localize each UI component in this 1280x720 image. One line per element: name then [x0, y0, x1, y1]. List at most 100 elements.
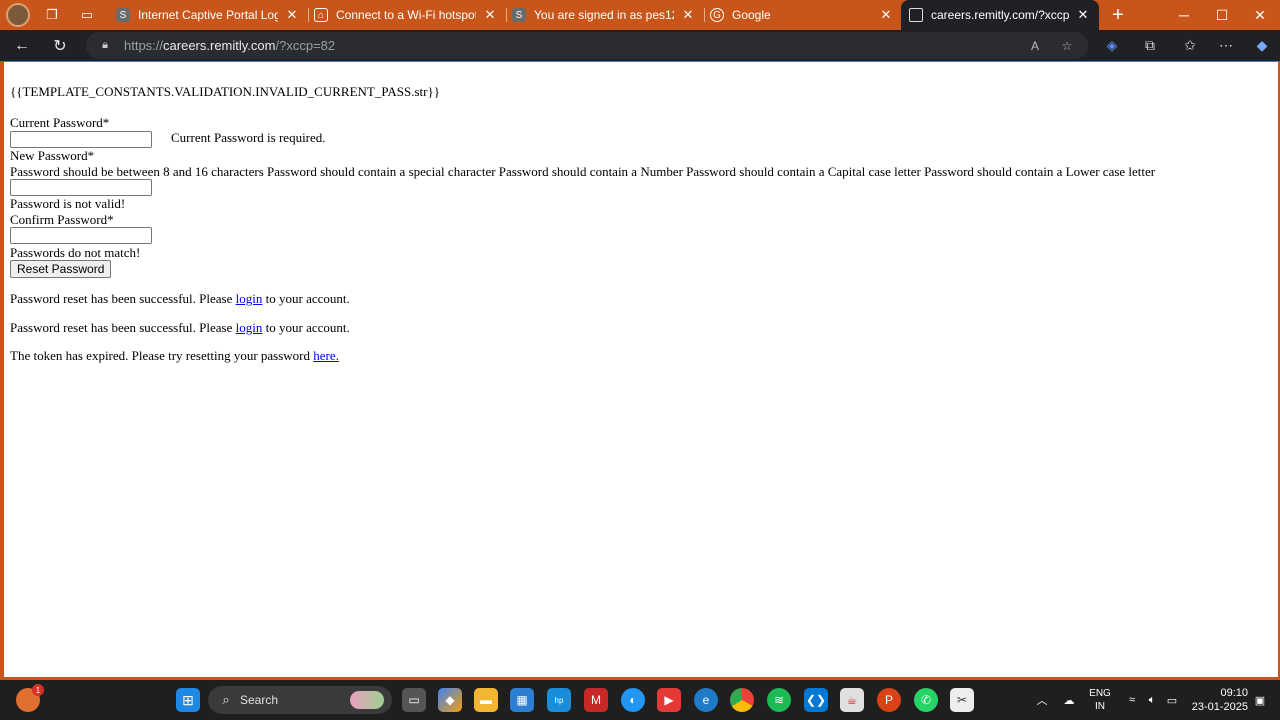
microsoft-store-icon[interactable]: ▦ — [510, 688, 534, 712]
tab-title: Internet Captive Portal Login — [138, 8, 278, 22]
password-rules-text: Password should be between 8 and 16 char… — [10, 164, 1156, 179]
more-options-icon[interactable]: ⋯ — [1216, 35, 1236, 55]
lock-icon[interactable]: 🔒︎ — [98, 38, 112, 52]
cloud-sync-icon[interactable]: ☁ — [1060, 680, 1078, 720]
copilot-icon[interactable]: ◆ — [1252, 35, 1272, 55]
copilot-shield-icon[interactable]: ◈ — [1102, 35, 1122, 55]
clock-date: 23-01-2025 — [1191, 701, 1248, 713]
reset-password-button[interactable]: Reset Password — [10, 260, 112, 278]
close-window-icon[interactable]: ✕ — [1241, 0, 1279, 30]
current-password-input[interactable] — [10, 131, 152, 148]
success-text-end: to your account. — [262, 320, 350, 335]
hp-app-icon[interactable]: hp — [547, 688, 571, 712]
search-label: Search — [240, 693, 279, 707]
current-password-label: Current Password* — [10, 115, 110, 130]
close-tab-icon[interactable]: ✕ — [878, 7, 894, 23]
template-error-text: {{TEMPLATE_CONSTANTS.VALIDATION.INVALID_… — [10, 84, 440, 99]
tab-title: Connect to a Wi-Fi hotspot — [336, 8, 476, 22]
url-scheme: https:// — [124, 38, 164, 53]
success-message: Password reset has been successful. Plea… — [10, 320, 350, 336]
profile-avatar-icon[interactable] — [6, 3, 30, 27]
confirm-password-label: Confirm Password* — [10, 212, 114, 227]
show-hidden-icons-icon[interactable]: ︿ — [1034, 680, 1050, 720]
success-text-end: to your account. — [262, 291, 350, 306]
tab-signed-in[interactable]: S You are signed in as pes1202304 ✕ — [504, 2, 704, 28]
url-host: careers.remitly.com — [163, 38, 276, 53]
battery-icon[interactable]: ▭ — [1164, 680, 1180, 720]
success-message: Password reset has been successful. Plea… — [10, 291, 350, 307]
system-clock[interactable]: 09:10 23-01-2025 — [1186, 686, 1248, 714]
edge-browser-icon[interactable]: e — [694, 688, 718, 712]
expired-text: The token has expired. Please try resett… — [10, 348, 314, 363]
java-icon[interactable]: ☕︎ — [840, 688, 864, 712]
browser-toolbar: ← ↻ 🔒︎ https://careers.remitly.com/?xccp… — [0, 30, 1280, 61]
vscode-icon[interactable]: ❮❯ — [804, 688, 828, 712]
language-code: ENG — [1089, 688, 1111, 699]
file-explorer-icon[interactable]: ▬ — [474, 688, 498, 712]
chrome-icon[interactable] — [730, 688, 754, 712]
minimize-icon[interactable]: ─ — [1165, 0, 1203, 30]
clock-time: 09:10 — [1220, 687, 1248, 699]
url-path: /?xccp=82 — [275, 38, 336, 53]
tab-wifi-hotspot[interactable]: ⌂ Connect to a Wi-Fi hotspot ✕ — [306, 2, 506, 28]
volume-icon[interactable]: 🔈︎ — [1144, 680, 1160, 720]
tab-title: You are signed in as pes1202304 — [534, 8, 674, 22]
search-icon: ⌕ — [222, 692, 230, 707]
passwords-mismatch-error: Passwords do not match! — [10, 245, 141, 260]
tab-remitly-active[interactable]: careers.remitly.com/?xccp=82 ✕ — [901, 0, 1099, 30]
address-bar[interactable]: 🔒︎ https://careers.remitly.com/?xccp=82 … — [86, 32, 1088, 59]
notification-badge: 1 — [32, 684, 44, 696]
youtube-icon[interactable]: ▶ — [657, 688, 681, 712]
close-tab-icon[interactable]: ✕ — [1075, 7, 1091, 23]
google-icon: G — [710, 8, 724, 22]
maximize-icon[interactable]: ☐ — [1203, 0, 1241, 30]
taskbar-search[interactable]: ⌕ Search — [208, 686, 392, 714]
new-password-input[interactable] — [10, 179, 152, 196]
favorites-icon[interactable]: ✩ — [1180, 35, 1200, 55]
login-link[interactable]: login — [236, 320, 263, 335]
success-text: Password reset has been successful. Plea… — [10, 320, 236, 335]
success-text: Password reset has been successful. Plea… — [10, 291, 236, 306]
refresh-icon[interactable]: ↻ — [48, 34, 72, 58]
edge-dev-icon[interactable]: ◐ — [621, 688, 645, 712]
address-url[interactable]: https://careers.remitly.com/?xccp=82 — [124, 38, 335, 53]
workspaces-icon[interactable]: ❐ — [42, 5, 62, 25]
new-tab-icon[interactable]: + — [1108, 4, 1128, 26]
new-password-label: New Password* — [10, 148, 95, 163]
snipping-tool-icon[interactable]: ✂ — [950, 688, 974, 712]
windows-start-icon[interactable]: ⊞ — [176, 688, 200, 712]
weather-widget-icon[interactable]: 1 — [16, 684, 44, 712]
current-password-required-error: Current Password is required. — [171, 130, 326, 145]
tab-strip: ❐ ▭ S Internet Captive Portal Login ✕ ⌂ … — [0, 0, 1280, 30]
login-link[interactable]: login — [236, 291, 263, 306]
extensions-icon[interactable]: ⧉ — [1140, 35, 1160, 55]
back-icon[interactable]: ← — [10, 34, 34, 58]
wifi-icon[interactable]: ≈ — [1124, 680, 1140, 720]
favorite-star-icon[interactable]: ☆ — [1058, 37, 1076, 55]
here-link[interactable]: here. — [313, 348, 339, 363]
close-tab-icon[interactable]: ✕ — [284, 7, 300, 23]
site-s-icon: S — [512, 8, 526, 22]
copilot-app-icon[interactable]: ◆ — [438, 688, 462, 712]
language-indicator[interactable]: ENG IN — [1086, 680, 1114, 720]
confirm-password-input[interactable] — [10, 227, 152, 244]
page-content: {{TEMPLATE_CONSTANTS.VALIDATION.INVALID_… — [4, 62, 1278, 677]
tab-google[interactable]: G Google ✕ — [702, 2, 902, 28]
tab-actions-icon[interactable]: ▭ — [77, 5, 97, 25]
powerpoint-icon[interactable]: P — [877, 688, 901, 712]
read-aloud-icon[interactable]: A — [1026, 37, 1044, 55]
page-icon — [909, 8, 923, 22]
document-icon: ⌂ — [314, 8, 328, 22]
close-tab-icon[interactable]: ✕ — [482, 7, 498, 23]
notification-bell-icon[interactable]: ▣ — [1252, 680, 1268, 720]
search-highlight-icon — [350, 691, 384, 709]
whatsapp-icon[interactable]: ✆ — [914, 688, 938, 712]
task-view-icon[interactable]: ▭ — [402, 688, 426, 712]
tab-captive-portal[interactable]: S Internet Captive Portal Login ✕ — [108, 2, 308, 28]
spotify-icon[interactable]: ≋ — [767, 688, 791, 712]
taskbar: 1 ⊞ ⌕ Search ▭ ◆ ▬ ▦ hp M ◐ ▶ e ≋ ❮❯ ☕︎ … — [0, 680, 1280, 720]
password-invalid-error: Password is not valid! — [10, 196, 126, 211]
close-tab-icon[interactable]: ✕ — [680, 7, 696, 23]
tab-title: careers.remitly.com/?xccp=82 — [931, 8, 1069, 22]
mcafee-icon[interactable]: M — [584, 688, 608, 712]
